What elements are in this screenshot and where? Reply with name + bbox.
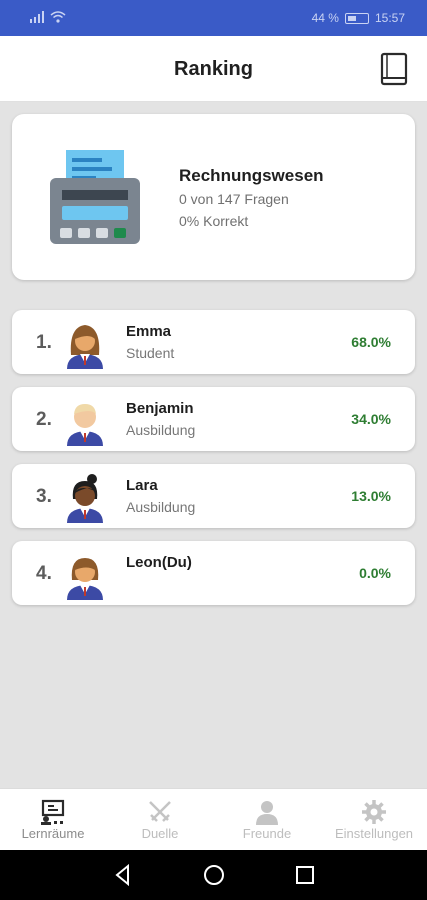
avatar [67,474,103,523]
nav-item-freunde[interactable]: Freunde [214,789,320,851]
home-icon[interactable] [202,863,226,887]
battery-percent: 44 % [311,11,339,25]
nav-label: Freunde [242,826,292,841]
person-icon [256,801,278,825]
cash-register-icon [50,150,140,244]
avatar [67,325,103,369]
player-name: Lara [126,477,158,494]
nav-label: Einstellungen [334,826,414,841]
page-title: Ranking [174,58,253,80]
nav-label: Duelle [141,826,179,841]
avatar [67,404,103,446]
subject-progress: 0 von 147 Fragen [179,191,289,207]
rank-number: 4. [36,563,52,584]
rank-number: 3. [36,486,52,507]
status-bar: 44 % 15:57 [0,0,427,36]
player-role: Ausbildung [126,499,196,515]
player-score: 13.0% [351,488,391,504]
nav-item-einstellungen[interactable]: Einstellungen [321,789,427,851]
player-score: 34.0% [351,411,391,427]
player-name: Emma [126,323,172,340]
player-name: Benjamin [126,400,194,417]
bottom-navigation: Lernräume Duelle Freunde Einstellungen [0,788,427,850]
signal-icon [30,11,44,23]
avatar [67,558,103,600]
system-navigation-bar [0,850,427,900]
wifi-icon [50,11,66,23]
player-name: Leon(Du) [126,554,192,571]
nav-item-lernraeume[interactable]: Lernräume [0,789,106,851]
player-role: Ausbildung [126,422,196,438]
player-score: 68.0% [351,334,391,350]
crossed-swords-icon [149,801,171,822]
player-role: Student [126,345,175,361]
app-bar: Ranking [0,36,427,102]
ranking-row[interactable]: 3. Lara Ausbildung 13.0% [12,464,415,528]
rank-number: 2. [36,409,52,430]
classroom-icon [41,799,65,825]
book-icon[interactable] [379,52,409,86]
clock: 15:57 [374,11,405,25]
subject-correct: 0% Korrekt [179,213,249,229]
battery-icon [344,12,369,24]
subject-card[interactable]: Rechnungswesen 0 von 147 Fragen 0% Korre… [12,114,415,280]
nav-label: Lernräume [21,826,85,841]
subject-name: Rechnungswesen [179,166,324,185]
rank-number: 1. [36,332,52,353]
recents-icon[interactable] [293,863,317,887]
nav-item-duelle[interactable]: Duelle [107,789,213,851]
player-score: 0.0% [359,565,391,581]
back-icon[interactable] [111,863,135,887]
gear-icon [362,800,386,824]
ranking-row[interactable]: 1. Emma Student 68.0% [12,310,415,374]
ranking-row[interactable]: 4. Leon(Du) 0.0% [12,541,415,605]
ranking-row[interactable]: 2. Benjamin Ausbildung 34.0% [12,387,415,451]
